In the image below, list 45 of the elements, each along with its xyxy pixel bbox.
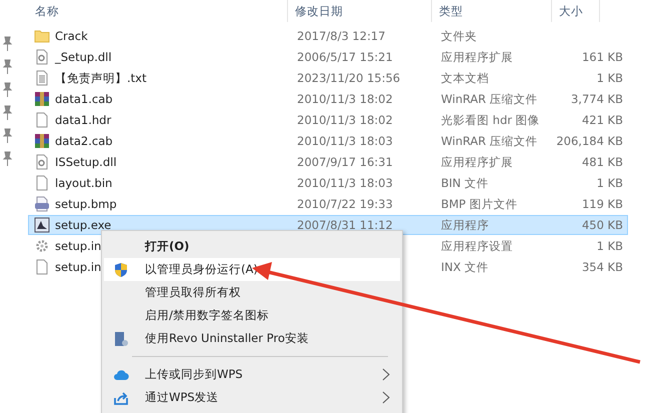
file-name: setup.in (55, 260, 102, 274)
file-size: 206,184 KB (556, 134, 623, 148)
file-type: 文本文档 (441, 70, 489, 84)
file-size: 161 KB (582, 50, 623, 64)
file-size: 421 KB (582, 113, 623, 127)
file-name: _Setup.dll (55, 50, 112, 64)
file-type: INX 文件 (441, 260, 489, 274)
modified-date: 2010/11/3 18:03 (297, 134, 393, 148)
modified-date: 2017/8/3 12:17 (297, 29, 386, 43)
file-name: setup.bmp (55, 197, 117, 211)
file-name: setup.exe (55, 218, 112, 232)
file-type: 应用程序扩展 (441, 154, 513, 168)
modified-date: 2023/11/20 15:56 (297, 71, 400, 85)
file-type: BIN 文件 (441, 176, 489, 190)
file-name: data1.hdr (55, 113, 112, 127)
modified-date: 2010/7/22 19:33 (297, 197, 393, 211)
modified-date: 2010/11/3 18:02 (297, 92, 393, 106)
file-type: 应用程序设置 (441, 238, 513, 252)
file-name: Crack (55, 29, 88, 43)
file-size: 1 KB (596, 71, 623, 85)
file-name: ISSetup.dll (55, 155, 117, 169)
modified-date: 2007/8/31 11:12 (297, 218, 393, 232)
modified-date: 2007/9/17 16:31 (297, 155, 393, 169)
file-type: BMP 图片文件 (441, 196, 518, 210)
file-name: 【免责声明】.txt (55, 70, 146, 86)
file-name: layout.bin (55, 176, 112, 190)
file-size: 3,774 KB (570, 92, 623, 106)
file-size: 450 KB (582, 218, 623, 232)
modified-date: 2006/5/17 15:21 (297, 50, 393, 64)
modified-date: 2010/11/3 18:02 (297, 113, 393, 127)
file-type: 应用程序扩展 (441, 50, 513, 64)
file-name: setup.in (55, 239, 102, 253)
file-type: 光影看图 hdr 图像 (441, 112, 540, 126)
file-name: data1.cab (55, 92, 113, 106)
file-type: WinRAR 压缩文件 (441, 134, 538, 148)
file-type: WinRAR 压缩文件 (441, 92, 538, 106)
file-size: 1 KB (596, 176, 623, 190)
modified-date: 2010/11/3 18:03 (297, 176, 393, 190)
file-size: 119 KB (582, 197, 623, 211)
file-type: 应用程序 (441, 218, 489, 232)
file-size: 354 KB (582, 260, 623, 274)
file-size: 481 KB (582, 155, 623, 169)
file-size: 1 KB (596, 239, 623, 253)
file-name: data2.cab (55, 134, 113, 148)
file-type: 文件夹 (441, 28, 477, 42)
